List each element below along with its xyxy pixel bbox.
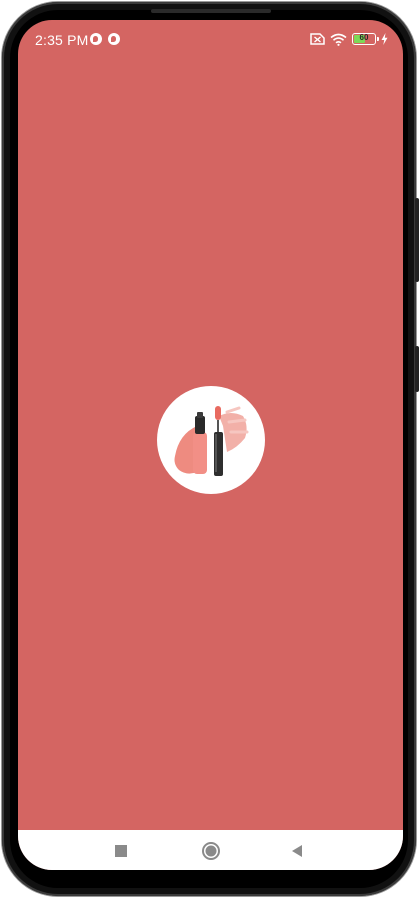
app-notification-icon bbox=[90, 33, 102, 45]
battery-cap bbox=[377, 37, 379, 41]
earpiece-speaker bbox=[151, 9, 271, 13]
square-icon bbox=[115, 845, 127, 857]
navigation-bar bbox=[18, 830, 403, 870]
no-sim-icon bbox=[310, 33, 325, 45]
wifi-icon bbox=[330, 33, 347, 46]
status-time: 2:35 PM bbox=[35, 32, 89, 48]
app-logo bbox=[157, 386, 265, 494]
phone-frame: 2:35 PM 60 bbox=[2, 2, 419, 896]
app-screen: 2:35 PM 60 bbox=[18, 20, 403, 870]
volume-button bbox=[415, 198, 419, 282]
lip-gloss-logo-icon bbox=[174, 406, 249, 476]
charging-icon bbox=[381, 33, 388, 45]
back-triangle-icon bbox=[292, 845, 302, 857]
status-icons: 60 bbox=[310, 32, 388, 46]
power-button bbox=[415, 346, 419, 392]
home-button[interactable] bbox=[200, 840, 222, 862]
app-notification-icon bbox=[108, 33, 120, 45]
back-button[interactable] bbox=[286, 840, 308, 862]
battery-icon: 60 bbox=[352, 33, 379, 45]
battery-percent: 60 bbox=[359, 33, 369, 42]
recent-apps-button[interactable] bbox=[110, 840, 132, 862]
status-bar: 2:35 PM 60 bbox=[18, 20, 403, 60]
circle-icon bbox=[202, 842, 220, 860]
